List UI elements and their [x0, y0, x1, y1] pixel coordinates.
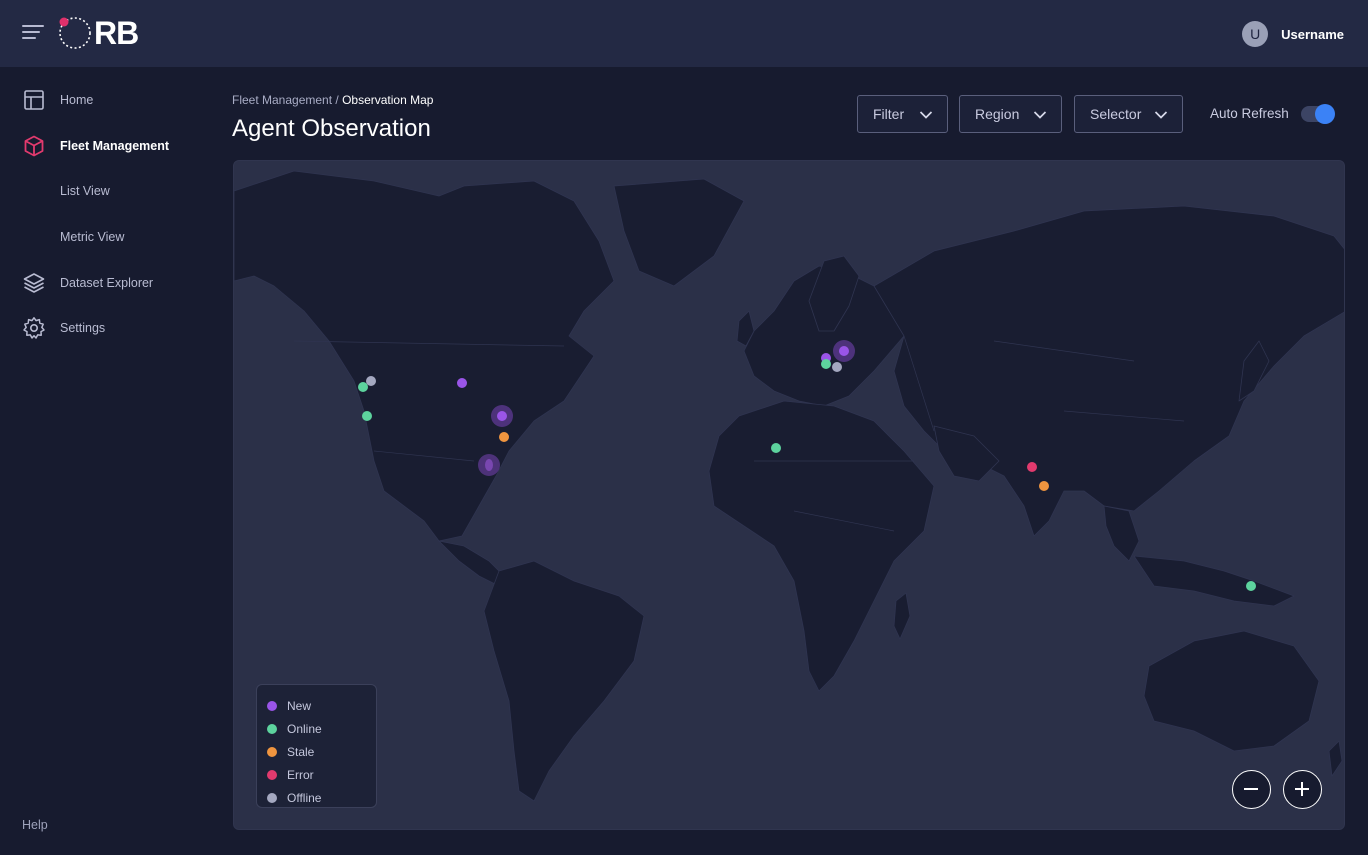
world-map [234, 170, 1344, 802]
filter-dropdown-label: Filter [873, 106, 905, 122]
region-dropdown[interactable]: Region [959, 95, 1062, 133]
sidebar-item-label: Home [60, 93, 94, 107]
auto-refresh-toggle[interactable] [1301, 104, 1335, 124]
legend-item-stale: Stale [267, 741, 376, 764]
cube-icon [24, 135, 44, 157]
agent-marker-offline[interactable] [832, 362, 842, 372]
top-bar: RB U Username [0, 0, 1368, 67]
agent-marker-new[interactable] [457, 378, 467, 388]
agent-marker-online[interactable] [362, 411, 372, 421]
legend-label: New [287, 699, 312, 714]
observation-map[interactable]: New Online Stale Error Offline [233, 160, 1345, 830]
breadcrumb-current: Observation Map [342, 93, 434, 107]
legend-label: Offline [287, 790, 322, 805]
land-asia [873, 205, 1344, 537]
chevron-down-icon [919, 111, 933, 119]
legend-label: Stale [287, 744, 315, 759]
legend-item-offline: Offline [267, 786, 376, 809]
land-new-zealand [1328, 740, 1343, 777]
minus-icon [1244, 788, 1258, 790]
sidebar-item-label: Dataset Explorer [60, 276, 154, 290]
layout-icon [24, 90, 44, 110]
agent-marker-new[interactable] [839, 346, 849, 356]
help-link[interactable]: Help [22, 818, 48, 832]
filter-dropdown[interactable]: Filter [857, 95, 948, 133]
agent-marker-offline[interactable] [366, 376, 376, 386]
land-australia [1143, 630, 1320, 752]
layers-icon [23, 273, 45, 293]
auto-refresh-label: Auto Refresh [1210, 106, 1289, 121]
legend-item-new: New [267, 695, 376, 718]
agent-marker-online[interactable] [821, 359, 831, 369]
plus-icon [1295, 782, 1309, 796]
region-dropdown-label: Region [975, 106, 1020, 122]
land-madagascar [893, 592, 911, 640]
land-south-america [483, 560, 645, 802]
legend-dot [267, 769, 277, 780]
avatar: U [1242, 21, 1269, 47]
breadcrumb: Fleet Management / Observation Map [232, 93, 433, 107]
legend-label: Online [287, 722, 322, 737]
selector-dropdown-label: Selector [1090, 106, 1142, 122]
menu-icon[interactable] [22, 25, 44, 41]
logo[interactable]: RB [56, 14, 156, 54]
legend-label: Error [287, 767, 314, 782]
sidebar-item-label: Settings [60, 321, 106, 335]
agent-marker-stale[interactable] [1039, 481, 1049, 491]
agent-marker-error[interactable] [1027, 462, 1037, 472]
breadcrumb-parent[interactable]: Fleet Management [232, 93, 332, 107]
logo-text: RB [94, 15, 139, 51]
sidebar-item-settings[interactable]: Settings [0, 310, 210, 346]
sidebar-item-dataset-explorer[interactable]: Dataset Explorer [0, 265, 210, 301]
username: Username [1281, 26, 1344, 42]
legend-item-online: Online [267, 718, 376, 741]
toggle-knob [1315, 104, 1335, 124]
legend-dot [267, 792, 277, 803]
page-title: Agent Observation [232, 115, 431, 142]
legend-item-error: Error [267, 763, 376, 786]
logo-ring-icon [59, 17, 91, 49]
gear-icon [23, 317, 45, 339]
sidebar-item-list-view[interactable]: List View [0, 173, 210, 209]
chevron-down-icon [1033, 111, 1047, 119]
land-indonesia [1133, 555, 1295, 607]
zoom-out-button[interactable] [1232, 770, 1271, 809]
user-menu[interactable]: U Username [1242, 21, 1344, 47]
legend-dot [267, 746, 277, 757]
breadcrumb-separator: / [332, 93, 343, 107]
sidebar-item-label: Metric View [60, 230, 125, 244]
legend-dot [267, 724, 277, 735]
agent-marker-online[interactable] [771, 443, 781, 453]
land-central-america [438, 540, 505, 587]
map-legend: New Online Stale Error Offline [256, 684, 377, 808]
sidebar-item-label: List View [60, 184, 110, 198]
sidebar-item-metric-view[interactable]: Metric View [0, 219, 210, 255]
sidebar-item-home[interactable]: Home [0, 82, 210, 118]
sidebar: Home Fleet Management List View Metric V… [0, 67, 210, 855]
chevron-down-icon [1154, 111, 1168, 119]
legend-dot [267, 701, 277, 712]
sidebar-item-fleet-management[interactable]: Fleet Management [0, 128, 210, 164]
agent-marker-stale[interactable] [499, 432, 509, 442]
agent-marker-online[interactable] [1246, 581, 1256, 591]
agent-marker-new[interactable] [497, 411, 507, 421]
land-north-america [234, 170, 615, 542]
selector-dropdown[interactable]: Selector [1074, 95, 1183, 133]
agent-cluster-marker[interactable] [478, 454, 500, 476]
land-africa [708, 400, 935, 692]
zoom-in-button[interactable] [1283, 770, 1322, 809]
land-greenland [613, 178, 745, 287]
land-southeast-asia [1103, 505, 1140, 562]
sidebar-item-label: Fleet Management [60, 139, 170, 153]
